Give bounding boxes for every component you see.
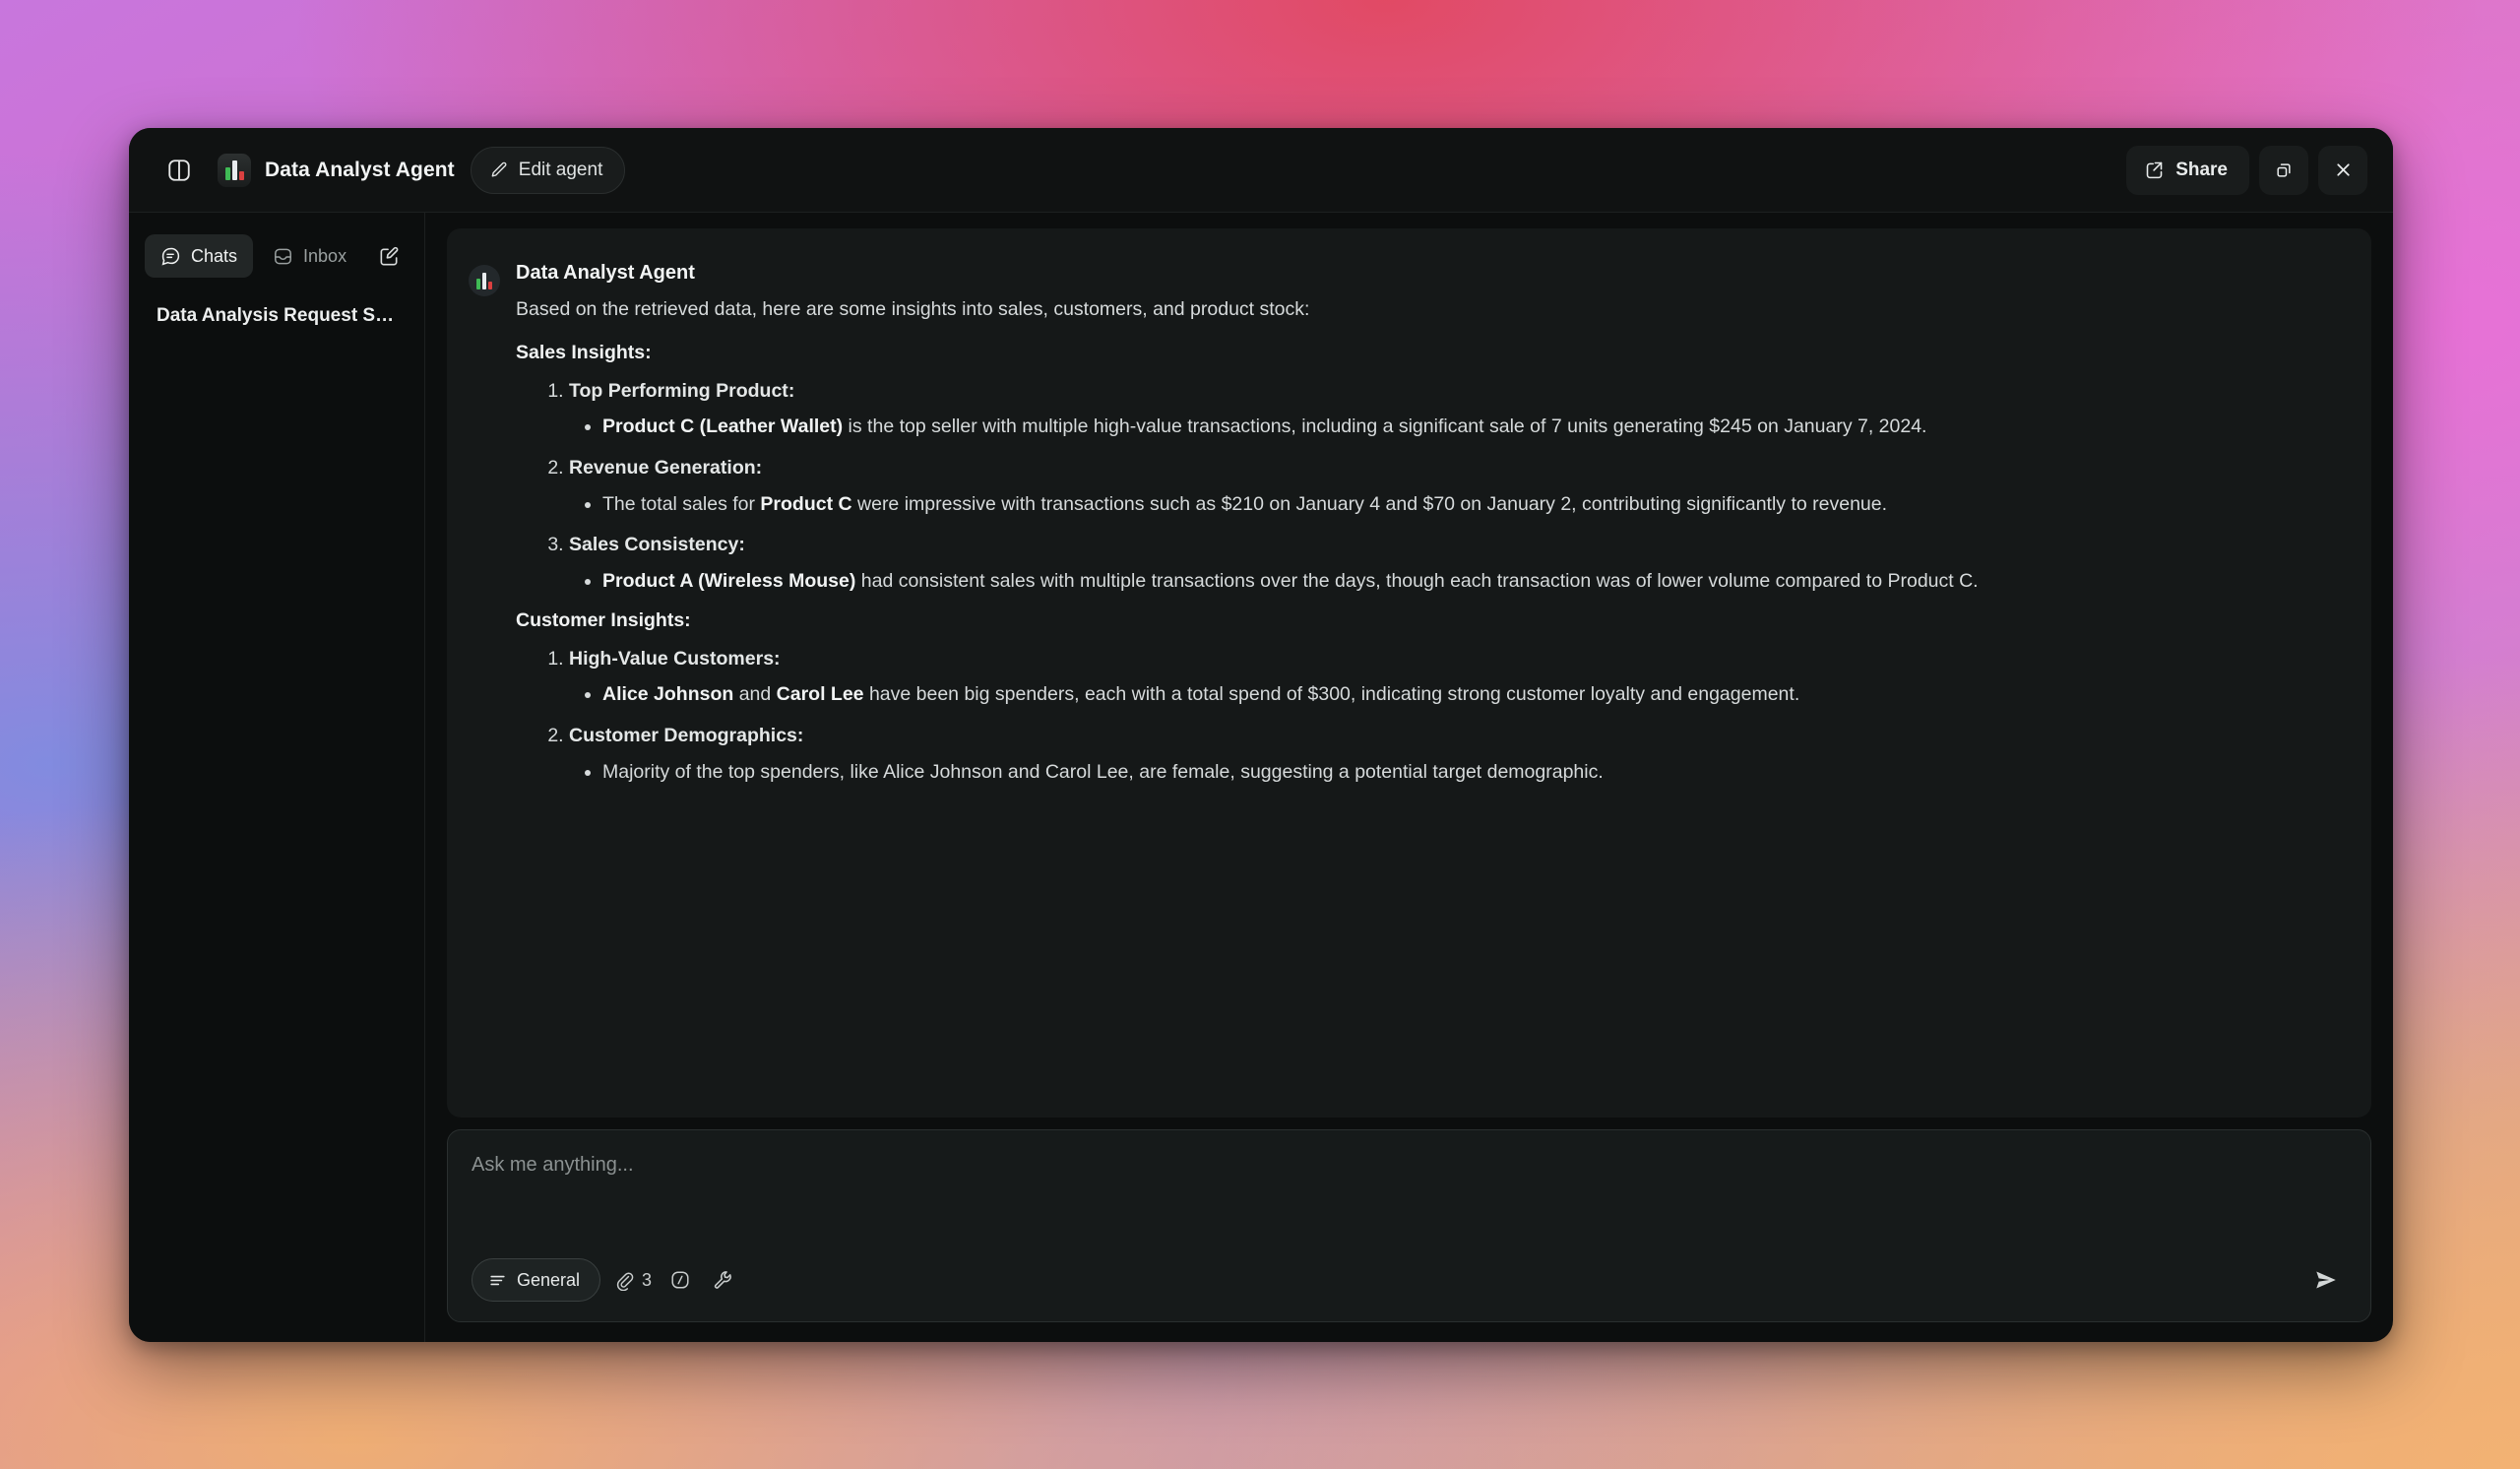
- main-panel: Data Analyst Agent Based on the retrieve…: [425, 213, 2393, 1342]
- bullet-text: is the top seller with multiple high-val…: [843, 415, 1926, 437]
- edit-agent-button[interactable]: Edit agent: [471, 147, 626, 194]
- agent-window: Data Analyst Agent Edit agent Shar: [129, 128, 2393, 1342]
- avatar-bar-green: [225, 167, 230, 180]
- bullet-text: were impressive with transactions such a…: [852, 493, 1887, 515]
- item-title: Revenue Generation: [569, 457, 756, 479]
- slash-command-icon: [669, 1269, 691, 1291]
- item-title: Top Performing Product: [569, 380, 788, 402]
- inbox-icon: [273, 246, 293, 267]
- send-button[interactable]: [2305, 1259, 2347, 1301]
- colon: :: [738, 534, 745, 555]
- share-arrow-icon: [2144, 160, 2165, 180]
- item-title: Sales Consistency: [569, 534, 738, 555]
- sidebar-tab-inbox[interactable]: Inbox: [257, 234, 362, 278]
- item-title: Customer Demographics: [569, 725, 797, 746]
- avatar-bar-green: [476, 279, 480, 289]
- close-icon: [2333, 160, 2354, 180]
- expand-button[interactable]: [2259, 146, 2308, 195]
- list-item: Sales Consistency: Product A (Wireless M…: [569, 532, 2338, 595]
- list-item: Revenue Generation: The total sales for …: [569, 455, 2338, 518]
- app-avatar: [218, 154, 251, 187]
- message-composer: General 3: [447, 1129, 2371, 1322]
- list-item: Customer Demographics: Majority of the t…: [569, 723, 2338, 786]
- new-chat-button[interactable]: [370, 236, 409, 276]
- avatar-bar-white: [232, 160, 237, 180]
- slash-command-button[interactable]: [665, 1265, 695, 1295]
- window-titlebar: Data Analyst Agent Edit agent Shar: [129, 128, 2393, 213]
- message-body: Data Analyst Agent Based on the retrieve…: [516, 262, 2338, 799]
- bullet-list: Alice Johnson and Carol Lee have been bi…: [569, 680, 2338, 709]
- section-heading-sales: Sales Insights:: [516, 342, 2338, 364]
- conversation-transcript: Data Analyst Agent Based on the retrieve…: [447, 228, 2371, 1118]
- mode-label: General: [517, 1270, 580, 1291]
- chat-list: Data Analysis Request Su...: [145, 295, 409, 337]
- list-item: Alice Johnson and Carol Lee have been bi…: [602, 680, 2338, 709]
- edit-agent-label: Edit agent: [519, 160, 603, 181]
- share-button[interactable]: Share: [2126, 146, 2249, 195]
- colon: :: [797, 725, 804, 746]
- bullet-list: Product C (Leather Wallet) is the top se…: [569, 413, 2338, 441]
- share-label: Share: [2175, 160, 2228, 181]
- pencil-icon: [489, 160, 509, 180]
- close-button[interactable]: [2318, 146, 2367, 195]
- bullet-text: have been big spenders, each with a tota…: [864, 683, 1800, 705]
- sidebar-toggle-button[interactable]: [153, 144, 206, 197]
- bullet-pre: The total sales for: [602, 493, 760, 515]
- message-intro: Based on the retrieved data, here are so…: [516, 296, 2338, 324]
- list-item: Product C (Leather Wallet) is the top se…: [602, 413, 2338, 441]
- bullet-text: Majority of the top spenders, like Alice…: [602, 761, 1604, 783]
- colon: :: [788, 380, 795, 402]
- avatar-bar-red: [488, 282, 492, 289]
- message-input[interactable]: [472, 1152, 2347, 1258]
- assistant-message: Data Analyst Agent Based on the retrieve…: [469, 262, 2338, 799]
- avatar-bar-red: [239, 171, 244, 180]
- attachment-count: 3: [642, 1270, 652, 1291]
- page-title: Data Analyst Agent: [265, 159, 455, 182]
- tools-button[interactable]: [709, 1265, 738, 1295]
- bold-lead: Product C (Leather Wallet): [602, 415, 843, 437]
- avatar: [469, 265, 500, 296]
- item-title: High-Value Customers: [569, 648, 774, 670]
- composer-toolbar: General 3: [472, 1258, 2347, 1302]
- list-item: High-Value Customers: Alice Johnson and …: [569, 646, 2338, 709]
- sidebar-tab-chats-label: Chats: [191, 246, 237, 267]
- bullet-text: had consistent sales with multiple trans…: [855, 570, 1978, 592]
- list-item: Majority of the top spenders, like Alice…: [602, 758, 2338, 787]
- list-item[interactable]: Data Analysis Request Su...: [145, 295, 409, 337]
- avatar-bar-white: [482, 273, 486, 289]
- window-body: Chats Inbox: [129, 213, 2393, 1342]
- bullet-list: Product A (Wireless Mouse) had consisten…: [569, 567, 2338, 596]
- expand-icon: [2274, 160, 2294, 180]
- list-item: Product A (Wireless Mouse) had consisten…: [602, 567, 2338, 596]
- list-item: Top Performing Product: Product C (Leath…: [569, 378, 2338, 441]
- chat-bubble-icon: [160, 246, 181, 267]
- bold-lead: Alice Johnson: [602, 683, 733, 705]
- titlebar-actions: Share: [2126, 146, 2367, 195]
- list-item: The total sales for Product C were impre…: [602, 490, 2338, 519]
- sidebar: Chats Inbox: [129, 213, 425, 1342]
- bold-mid: Carol Lee: [777, 683, 864, 705]
- colon: :: [774, 648, 781, 670]
- section-heading-customer: Customer Insights:: [516, 609, 2338, 632]
- new-chat-pencil-icon: [378, 245, 401, 268]
- sidebar-tab-inbox-label: Inbox: [303, 246, 346, 267]
- send-paper-plane-icon: [2313, 1267, 2339, 1293]
- bullet-list: Majority of the top spenders, like Alice…: [569, 758, 2338, 787]
- colon: :: [756, 457, 763, 479]
- bullet-mid: and: [733, 683, 776, 705]
- paperclip-icon: [614, 1270, 635, 1291]
- message-author: Data Analyst Agent: [516, 262, 2338, 285]
- sidebar-tabs: Chats Inbox: [145, 234, 409, 278]
- bullet-list: The total sales for Product C were impre…: [569, 490, 2338, 519]
- customer-insights-list: High-Value Customers: Alice Johnson and …: [516, 646, 2338, 787]
- sales-insights-list: Top Performing Product: Product C (Leath…: [516, 378, 2338, 596]
- sidebar-tab-chats[interactable]: Chats: [145, 234, 253, 278]
- mode-selector-button[interactable]: General: [472, 1258, 600, 1302]
- attachment-button[interactable]: 3: [614, 1270, 652, 1291]
- bold-mid: Product C: [760, 493, 851, 515]
- panel-toggle-icon: [166, 158, 192, 183]
- wrench-icon: [713, 1269, 734, 1291]
- lines-icon: [488, 1271, 507, 1290]
- bold-lead: Product A (Wireless Mouse): [602, 570, 855, 592]
